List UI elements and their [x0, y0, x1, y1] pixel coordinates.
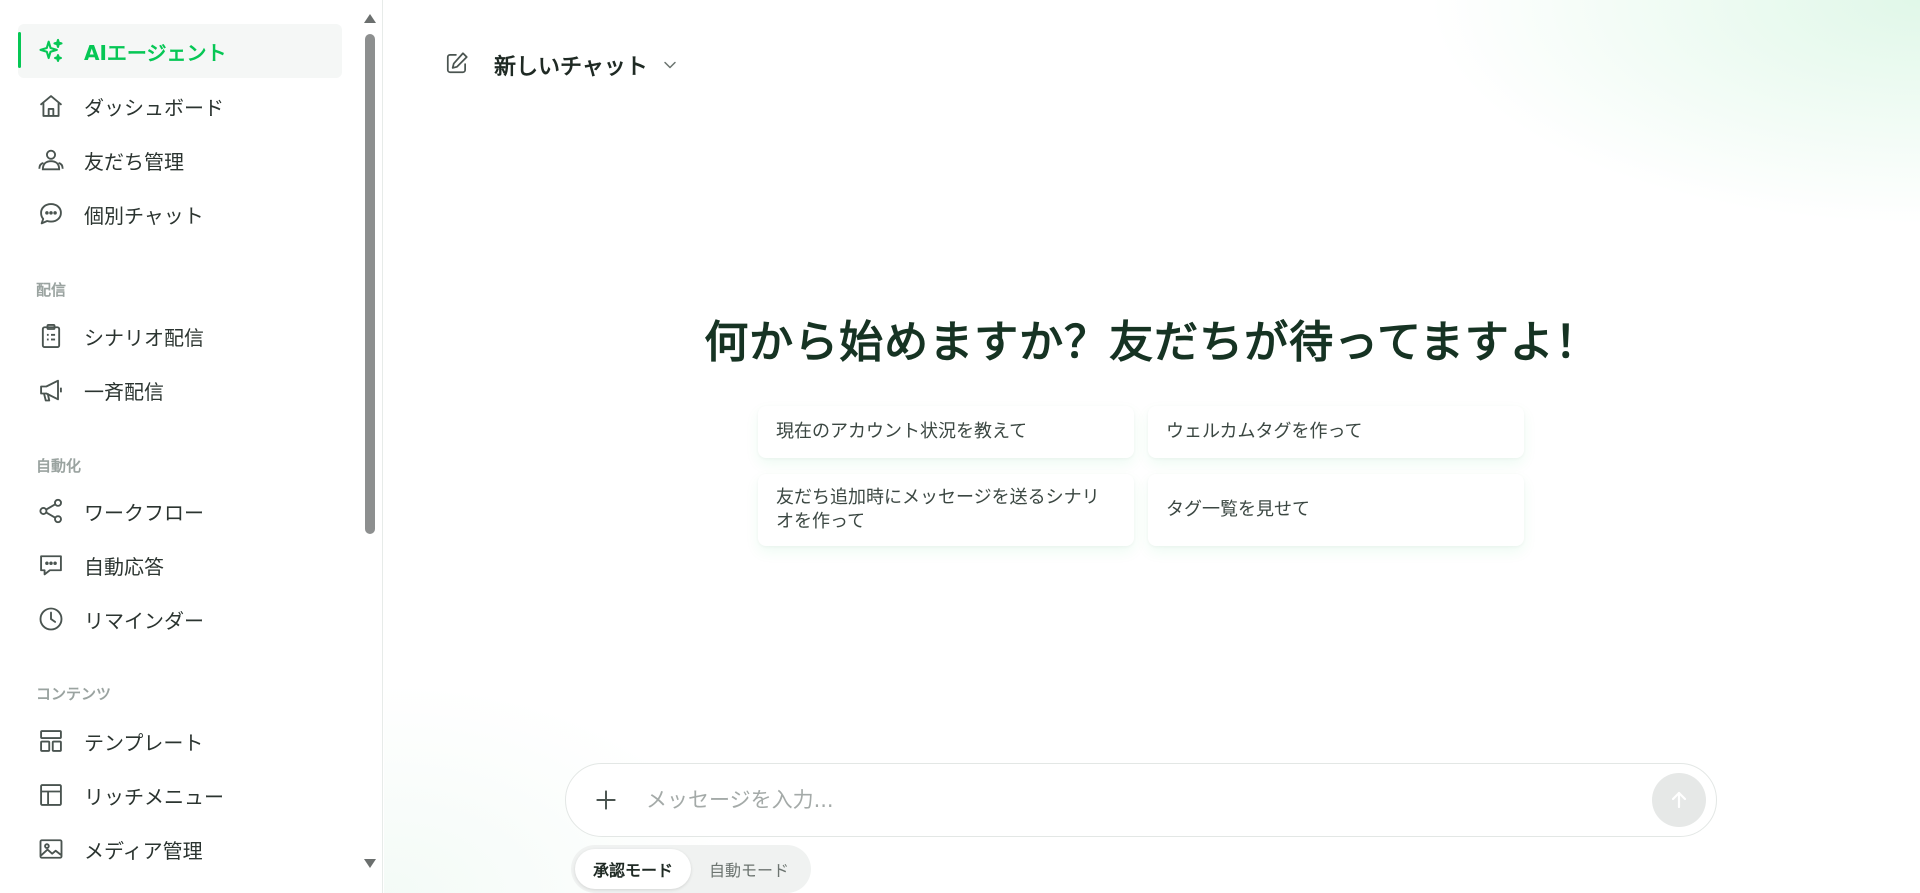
sidebar-item-scenario-delivery[interactable]: シナリオ配信 — [18, 309, 342, 363]
sidebar-item-individual-chat[interactable]: 個別チャット — [18, 187, 342, 241]
share-nodes-icon — [36, 496, 66, 526]
sidebar-item-broadcast[interactable]: 一斉配信 — [18, 363, 342, 417]
home-icon — [36, 91, 66, 121]
sidebar-item-label: 友だち管理 — [84, 149, 184, 174]
clock-icon — [36, 604, 66, 634]
edit-icon[interactable] — [444, 50, 470, 80]
layout-template-icon — [36, 726, 66, 756]
mode-approval[interactable]: 承認モード — [575, 849, 691, 889]
suggestion-welcome-tag[interactable]: ウェルカムタグを作って — [1148, 406, 1524, 458]
plus-icon[interactable] — [588, 782, 624, 818]
sidebar-item-media[interactable]: メディア管理 — [18, 822, 342, 876]
sidebar-item-ai-agent[interactable]: AIエージェント — [18, 24, 342, 78]
megaphone-icon — [36, 375, 66, 405]
sidebar-item-label: ダッシュボード — [84, 95, 224, 120]
sidebar-item-label: AIエージェント — [84, 40, 227, 65]
arrow-up-icon — [1671, 791, 1687, 809]
sidebar-item-auto-reply[interactable]: 自動応答 — [18, 538, 342, 592]
sidebar-item-rich-menu[interactable]: リッチメニュー — [18, 768, 342, 822]
send-button[interactable] — [1652, 773, 1706, 827]
suggestion-account-status[interactable]: 現在のアカウント状況を教えて — [758, 406, 1134, 458]
message-square-icon — [36, 550, 66, 580]
sidebar-scrollbar[interactable] — [362, 8, 376, 868]
scroll-thumb[interactable] — [365, 34, 375, 534]
mode-toggle: 承認モード 自動モード — [571, 845, 811, 893]
message-input[interactable] — [646, 780, 1652, 820]
users-icon — [36, 145, 66, 175]
suggestion-tag-list[interactable]: タグ一覧を見せて — [1148, 474, 1524, 546]
sidebar: AIエージェント ダッシュボード 友だち管理 個別チャット 配信 シナリオ配信 … — [0, 0, 383, 893]
sidebar-item-label: 自動応答 — [84, 554, 164, 579]
scroll-down-arrow-icon[interactable] — [364, 859, 376, 868]
sidebar-item-label: シナリオ配信 — [84, 325, 204, 350]
clipboard-icon — [36, 321, 66, 351]
sidebar-item-label: テンプレート — [84, 730, 204, 755]
section-label-automation: 自動化 — [36, 457, 82, 475]
chat-bubble-icon — [36, 199, 66, 229]
sidebar-item-label: 一斉配信 — [84, 379, 164, 404]
chat-main: 新しいチャット 何から始めますか？友だちが待ってますよ！ 現在のアカウント状況を… — [384, 0, 1920, 893]
sidebar-item-friends[interactable]: 友だち管理 — [18, 133, 342, 187]
sidebar-item-label: メディア管理 — [84, 838, 203, 863]
scroll-up-arrow-icon[interactable] — [364, 14, 376, 23]
sidebar-item-reminder[interactable]: リマインダー — [18, 592, 342, 646]
image-icon — [36, 834, 66, 864]
suggestion-friend-scenario[interactable]: 友だち追加時にメッセージを送るシナリオを作って — [758, 474, 1134, 546]
sidebar-item-label: ワークフロー — [84, 500, 204, 525]
section-label-content: コンテンツ — [36, 685, 112, 703]
sidebar-item-label: リッチメニュー — [84, 784, 224, 809]
sidebar-item-label: 個別チャット — [84, 203, 204, 228]
sidebar-item-label: リマインダー — [84, 608, 204, 633]
section-label-delivery: 配信 — [36, 281, 67, 299]
sparkle-icon — [36, 36, 66, 66]
sidebar-item-workflow[interactable]: ワークフロー — [18, 484, 342, 538]
sidebar-item-template[interactable]: テンプレート — [18, 714, 342, 768]
chat-header: 新しいチャット — [444, 48, 680, 82]
mode-auto[interactable]: 自動モード — [691, 849, 807, 889]
welcome-headline: 何から始めますか？友だちが待ってますよ！ — [704, 317, 1600, 368]
chevron-down-icon[interactable] — [660, 55, 680, 75]
grid-layout-icon — [36, 780, 66, 810]
chat-title[interactable]: 新しいチャット — [494, 49, 648, 81]
message-composer — [565, 763, 1717, 837]
sidebar-item-dashboard[interactable]: ダッシュボード — [18, 79, 342, 133]
